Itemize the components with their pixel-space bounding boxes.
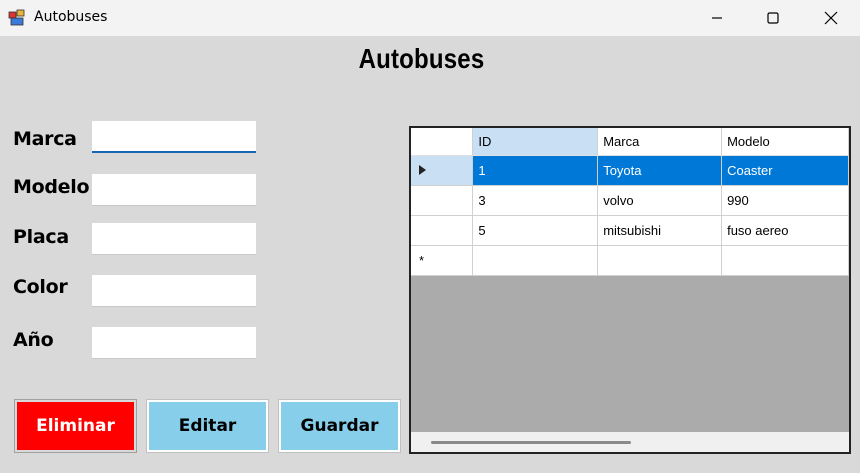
cell-id[interactable]: 3 <box>472 185 599 216</box>
cell-modelo[interactable]: Coaster <box>721 155 849 186</box>
grid-table: ID Marca Modelo 1 Toyota Coaster 3 volvo… <box>411 128 849 276</box>
cell-marca[interactable]: mitsubishi <box>597 215 723 246</box>
minimize-button[interactable] <box>694 0 740 36</box>
row-header[interactable] <box>411 215 474 246</box>
table-row[interactable]: 5 mitsubishi fuso aereo <box>411 215 849 246</box>
guardar-button[interactable]: Guardar <box>278 399 401 453</box>
cell-id[interactable]: 5 <box>472 215 599 246</box>
label-color: Color <box>13 276 68 298</box>
column-header-marca[interactable]: Marca <box>597 128 723 156</box>
new-row-header[interactable]: * <box>411 245 474 276</box>
row-header[interactable] <box>411 155 474 186</box>
new-cell-modelo[interactable] <box>721 245 849 276</box>
grid-header-row: ID Marca Modelo <box>411 128 849 156</box>
label-modelo: Modelo <box>13 176 90 198</box>
autobuses-grid[interactable]: ID Marca Modelo 1 Toyota Coaster 3 volvo… <box>409 126 851 454</box>
app-window: Autobuses Autobuses Marca Modelo Placa C… <box>0 0 860 473</box>
window-title: Autobuses <box>34 9 108 25</box>
title-bar: Autobuses <box>0 0 860 36</box>
new-row-marker: * <box>419 252 425 268</box>
minimize-icon <box>712 17 722 19</box>
horizontal-scrollbar[interactable] <box>411 432 849 452</box>
label-placa: Placa <box>13 226 69 248</box>
label-marca: Marca <box>13 128 77 150</box>
column-header-modelo[interactable]: Modelo <box>721 128 849 156</box>
cell-id[interactable]: 1 <box>472 155 599 186</box>
new-cell-marca[interactable] <box>597 245 723 276</box>
scrollbar-thumb[interactable] <box>431 441 631 444</box>
current-row-arrow-icon <box>419 165 426 175</box>
maximize-icon <box>767 12 779 24</box>
close-button[interactable] <box>808 0 854 36</box>
new-cell-id[interactable] <box>472 245 599 276</box>
cell-modelo[interactable]: 990 <box>721 185 849 216</box>
form-heading: Autobuses <box>358 43 485 75</box>
app-icon <box>8 9 25 26</box>
row-header[interactable] <box>411 185 474 216</box>
label-anio: Año <box>13 329 54 351</box>
table-row[interactable]: 1 Toyota Coaster <box>411 155 849 186</box>
marca-input[interactable] <box>92 121 256 153</box>
anio-input[interactable] <box>92 327 256 359</box>
cell-marca[interactable]: volvo <box>597 185 723 216</box>
color-input[interactable] <box>92 275 256 307</box>
eliminar-button[interactable]: Eliminar <box>14 399 137 453</box>
close-icon <box>824 11 838 25</box>
cell-marca[interactable]: Toyota <box>597 155 723 186</box>
table-row[interactable]: 3 volvo 990 <box>411 185 849 216</box>
editar-button[interactable]: Editar <box>146 399 269 453</box>
placa-input[interactable] <box>92 223 256 255</box>
column-header-id[interactable]: ID <box>472 128 599 156</box>
cell-modelo[interactable]: fuso aereo <box>721 215 849 246</box>
new-row[interactable]: * <box>411 245 849 276</box>
modelo-input[interactable] <box>92 174 256 206</box>
grid-corner-header[interactable] <box>411 128 474 156</box>
maximize-button[interactable] <box>750 0 796 36</box>
